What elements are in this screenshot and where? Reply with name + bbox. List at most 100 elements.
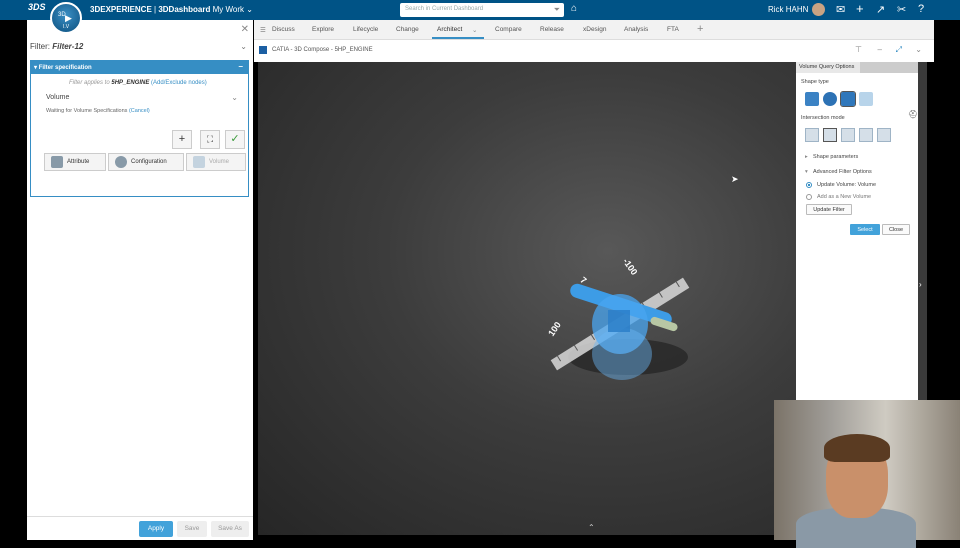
save-button[interactable]: Save xyxy=(177,521,207,537)
chevron-up-icon[interactable]: ⌃ xyxy=(588,523,595,532)
attribute-label: Attribute xyxy=(67,159,90,165)
close-button[interactable]: Close xyxy=(882,224,910,235)
cylinder-shape-icon[interactable] xyxy=(840,91,856,107)
chevron-down-icon[interactable]: ⌄ xyxy=(915,45,922,54)
applies-prefix: Filter applies to xyxy=(69,80,110,86)
sphere-shape-icon[interactable] xyxy=(823,92,837,106)
chevron-right-icon: › xyxy=(919,280,922,289)
tab-architect[interactable]: Architect xyxy=(437,26,462,33)
shape-parameters-label[interactable]: Shape parameters xyxy=(813,154,858,160)
compass-widget[interactable]: 3D ▶ I.V xyxy=(50,2,82,34)
custom-shape-icon[interactable] xyxy=(859,92,873,106)
select-button[interactable]: Select xyxy=(850,224,880,235)
apply-button[interactable]: Apply xyxy=(139,521,173,537)
close-icon[interactable]: ✕ xyxy=(241,24,249,35)
tab-release[interactable]: Release xyxy=(540,26,564,33)
overlap-mode-icon[interactable] xyxy=(859,128,873,142)
validate-button[interactable]: ✓ xyxy=(225,130,245,149)
tab-compare[interactable]: Compare xyxy=(495,26,522,33)
configuration-icon xyxy=(115,156,127,168)
add-icon[interactable]: + xyxy=(856,1,864,16)
minimize-icon[interactable]: – xyxy=(878,45,882,54)
box-shape-icon[interactable] xyxy=(805,92,819,106)
spec-header[interactable]: ▾ Filter specification – xyxy=(31,61,248,74)
add-tab-icon[interactable]: + xyxy=(697,23,703,35)
tab-xdesign[interactable]: xDesign xyxy=(583,26,606,33)
tab-fta[interactable]: FTA xyxy=(667,26,679,33)
update-filter-button[interactable]: Update Filter xyxy=(806,204,852,215)
cancel-link[interactable]: (Cancel) xyxy=(129,108,150,114)
ruler-label-minus-100: -100 xyxy=(621,256,640,276)
tag-icon[interactable]: ⌂ xyxy=(571,3,577,14)
tab-discuss[interactable]: Discuss xyxy=(272,26,295,33)
add-exclude-link[interactable]: (Add/Exclude nodes) xyxy=(151,80,207,86)
waiting-label: Waiting for Volume Specifications xyxy=(46,108,128,114)
side-panel-toggle[interactable]: › xyxy=(918,62,927,400)
applies-text: Filter applies to 5HP_ENGINE (Add/Exclud… xyxy=(69,80,207,86)
exclude-mode-icon[interactable] xyxy=(877,128,891,142)
presenter-hair xyxy=(824,434,890,462)
volume-label: Volume xyxy=(46,94,70,101)
configuration-label: Configuration xyxy=(131,159,167,165)
add-new-volume-label: Add as a New Volume xyxy=(817,194,872,200)
minimize-icon[interactable]: – xyxy=(239,62,243,71)
add-new-volume-radio[interactable] xyxy=(806,194,812,200)
update-volume-radio[interactable] xyxy=(806,182,812,188)
viewer-header: CATIA - 3D Compose - 5HP_ENGINE ⊤ – ⤢ ⌄ xyxy=(254,40,934,62)
active-tab-indicator xyxy=(432,37,484,39)
tab-lifecycle[interactable]: Lifecycle xyxy=(353,26,378,33)
help-icon[interactable]: ? xyxy=(918,3,924,15)
brand-context[interactable]: My Work xyxy=(213,5,244,14)
fit-button[interactable]: ⛶ xyxy=(200,130,220,149)
forward-icon[interactable]: ↗ xyxy=(876,3,885,16)
platform-brand[interactable]: 3DEXPERIENCE | 3DDashboard My Work ⌄ xyxy=(90,5,253,14)
brand-app: 3DDashboard xyxy=(158,5,211,14)
3d-viewport[interactable]: -100 7 100 ⌃ xyxy=(258,62,796,535)
chevron-down-icon[interactable]: ⌄ xyxy=(472,26,477,34)
filter-specification: ▾ Filter specification – Filter applies … xyxy=(30,60,249,197)
tab-analysis[interactable]: Analysis xyxy=(624,26,648,33)
pin-icon[interactable]: ⊤ xyxy=(855,45,862,54)
app-tabs: ☰ Discuss Explore Lifecycle Change Archi… xyxy=(254,20,934,40)
chevron-down-icon: ⌄ xyxy=(246,5,253,14)
menu-icon[interactable]: ☰ xyxy=(260,26,266,34)
update-volume-label: Update Volume: Volume xyxy=(817,182,877,188)
volume-button[interactable]: Volume xyxy=(186,153,246,171)
avatar[interactable] xyxy=(812,3,825,16)
3d-model[interactable]: -100 7 100 xyxy=(258,62,796,535)
chevron-down-icon[interactable]: ▾ xyxy=(805,169,808,175)
expand-icon[interactable]: ⤢ xyxy=(896,45,902,55)
ds-logo[interactable]: 3DS xyxy=(28,2,46,12)
intersect-mode-icon[interactable] xyxy=(823,128,837,142)
tab-change[interactable]: Change xyxy=(396,26,419,33)
volume-query-options-panel: Volume Query Options Shape type Intersec… xyxy=(796,62,918,400)
chevron-down-icon[interactable]: ⌄ xyxy=(240,42,247,51)
share-icon[interactable]: ✉ xyxy=(836,3,845,16)
user-name[interactable]: Rick HAHN xyxy=(768,5,808,14)
catia-icon xyxy=(259,46,267,54)
chevron-right-icon[interactable]: ▸ xyxy=(805,154,808,160)
compass-bottom-label: I.V xyxy=(63,24,70,30)
add-button[interactable]: + xyxy=(172,130,192,149)
top-bar: 3DS 3D ▶ I.V 3DEXPERIENCE | 3DDashboard … xyxy=(0,0,960,34)
shape-type-label: Shape type xyxy=(801,79,829,85)
vqo-tab[interactable]: Volume Query Options xyxy=(796,62,860,73)
filter-icon[interactable]: ⏷ xyxy=(554,5,560,15)
vqo-tab-spacer xyxy=(860,62,918,73)
filter-panel: ✕ Filter: Filter-12 ⌄ ▾ Filter specifica… xyxy=(27,20,253,540)
action-bar: Apply Save Save As xyxy=(27,516,253,540)
tools-icon[interactable]: ✂ xyxy=(897,3,906,16)
search-input[interactable]: Search in Current Dashboard ⏷ xyxy=(400,3,564,17)
search-placeholder: Search in Current Dashboard xyxy=(405,6,484,12)
configuration-button[interactable]: Configuration xyxy=(108,153,184,171)
outside-mode-icon[interactable] xyxy=(841,128,855,142)
collapse-icon: ▾ xyxy=(34,65,38,71)
advanced-options-label[interactable]: Advanced Filter Options xyxy=(813,169,872,175)
save-as-button[interactable]: Save As xyxy=(211,521,249,537)
chevron-down-icon[interactable]: ⌄ xyxy=(231,93,238,102)
filter-label: Filter: xyxy=(30,42,50,51)
attribute-button[interactable]: Attribute xyxy=(44,153,106,171)
tab-explore[interactable]: Explore xyxy=(312,26,334,33)
inside-mode-icon[interactable] xyxy=(805,128,819,142)
intersection-mode-label: Intersection mode xyxy=(801,115,845,121)
